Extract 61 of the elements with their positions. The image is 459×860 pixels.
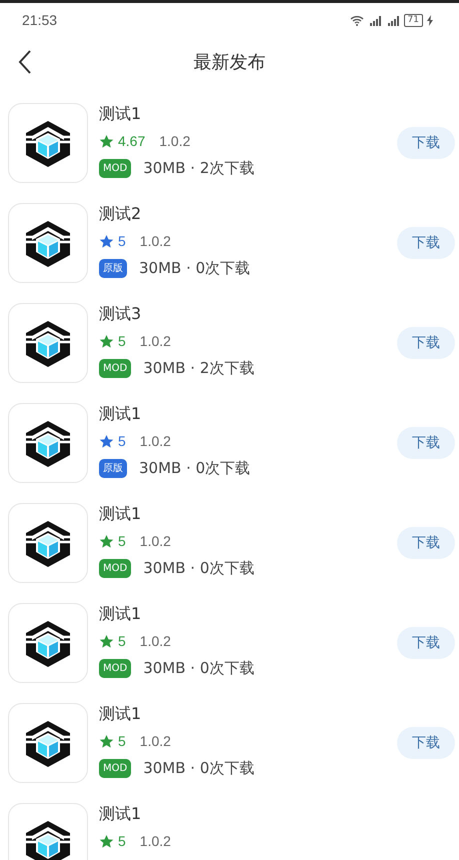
app-icon[interactable] (8, 203, 88, 283)
download-button[interactable]: 下载 (397, 727, 455, 759)
battery-level: 71 (404, 14, 423, 26)
version-tag: MOD (99, 358, 132, 378)
app-icon[interactable] (8, 703, 88, 783)
rating-value: 5 (118, 633, 126, 649)
version-tag: 原版 (99, 258, 127, 278)
app-name: 测试1 (99, 703, 142, 725)
version-text: 1.0.2 (140, 733, 171, 749)
app-icon[interactable] (8, 403, 88, 483)
size-downloads-text: 30MB · 2次下载 (143, 158, 254, 178)
rating-value: 5 (118, 433, 126, 449)
signal-icon (386, 14, 400, 26)
size-downloads-text: 30MB · 0次下载 (139, 258, 250, 278)
app-icon[interactable] (8, 803, 88, 860)
version-text: 1.0.2 (140, 333, 171, 349)
download-button[interactable]: 下载 (397, 127, 455, 159)
page-title: 最新发布 (194, 51, 266, 74)
size-downloads-text: 30MB · 0次下载 (139, 458, 250, 478)
version-tag: MOD (99, 758, 132, 778)
rating-value: 5 (118, 233, 126, 249)
signal-icon (368, 14, 382, 26)
app-name: 测试1 (99, 503, 142, 525)
status-time: 21:53 (22, 12, 58, 28)
version-text: 1.0.2 (159, 133, 190, 149)
app-name: 测试1 (99, 103, 142, 125)
download-button[interactable]: 下载 (397, 627, 455, 659)
app-icon[interactable] (8, 103, 88, 183)
size-downloads-text: 30MB · 0次下载 (143, 658, 254, 678)
rating-value: 5 (118, 733, 126, 749)
rating-value: 5 (118, 533, 126, 549)
charging-icon (427, 14, 433, 26)
download-button[interactable]: 下载 (397, 527, 455, 559)
app-icon[interactable] (8, 503, 88, 583)
app-name: 测试1 (99, 403, 142, 425)
back-icon[interactable] (18, 50, 32, 74)
version-text: 1.0.2 (140, 433, 171, 449)
app-icon[interactable] (8, 303, 88, 383)
download-button[interactable]: 下载 (397, 227, 455, 259)
app-name: 测试1 (99, 803, 142, 825)
wifi-icon (350, 14, 364, 26)
app-icon[interactable] (8, 603, 88, 683)
version-tag: 原版 (99, 458, 127, 478)
version-text: 1.0.2 (140, 833, 171, 849)
version-text: 1.0.2 (140, 533, 171, 549)
download-button[interactable]: 下载 (397, 427, 455, 459)
app-name: 测试2 (99, 203, 142, 225)
size-downloads-text: 30MB · 0次下载 (143, 758, 254, 778)
rating-value: 4.67 (118, 133, 146, 149)
version-text: 1.0.2 (140, 633, 171, 649)
version-tag: MOD (99, 558, 132, 578)
app-name: 测试3 (99, 303, 142, 325)
size-downloads-text: 30MB · 2次下载 (143, 358, 254, 378)
version-tag: MOD (99, 158, 132, 178)
version-text: 1.0.2 (140, 233, 171, 249)
app-name: 测试1 (99, 603, 142, 625)
download-button[interactable]: 下载 (397, 327, 455, 359)
version-tag: MOD (99, 658, 132, 678)
size-downloads-text: 30MB · 0次下载 (143, 558, 254, 578)
rating-value: 5 (118, 333, 126, 349)
rating-value: 5 (118, 833, 126, 849)
